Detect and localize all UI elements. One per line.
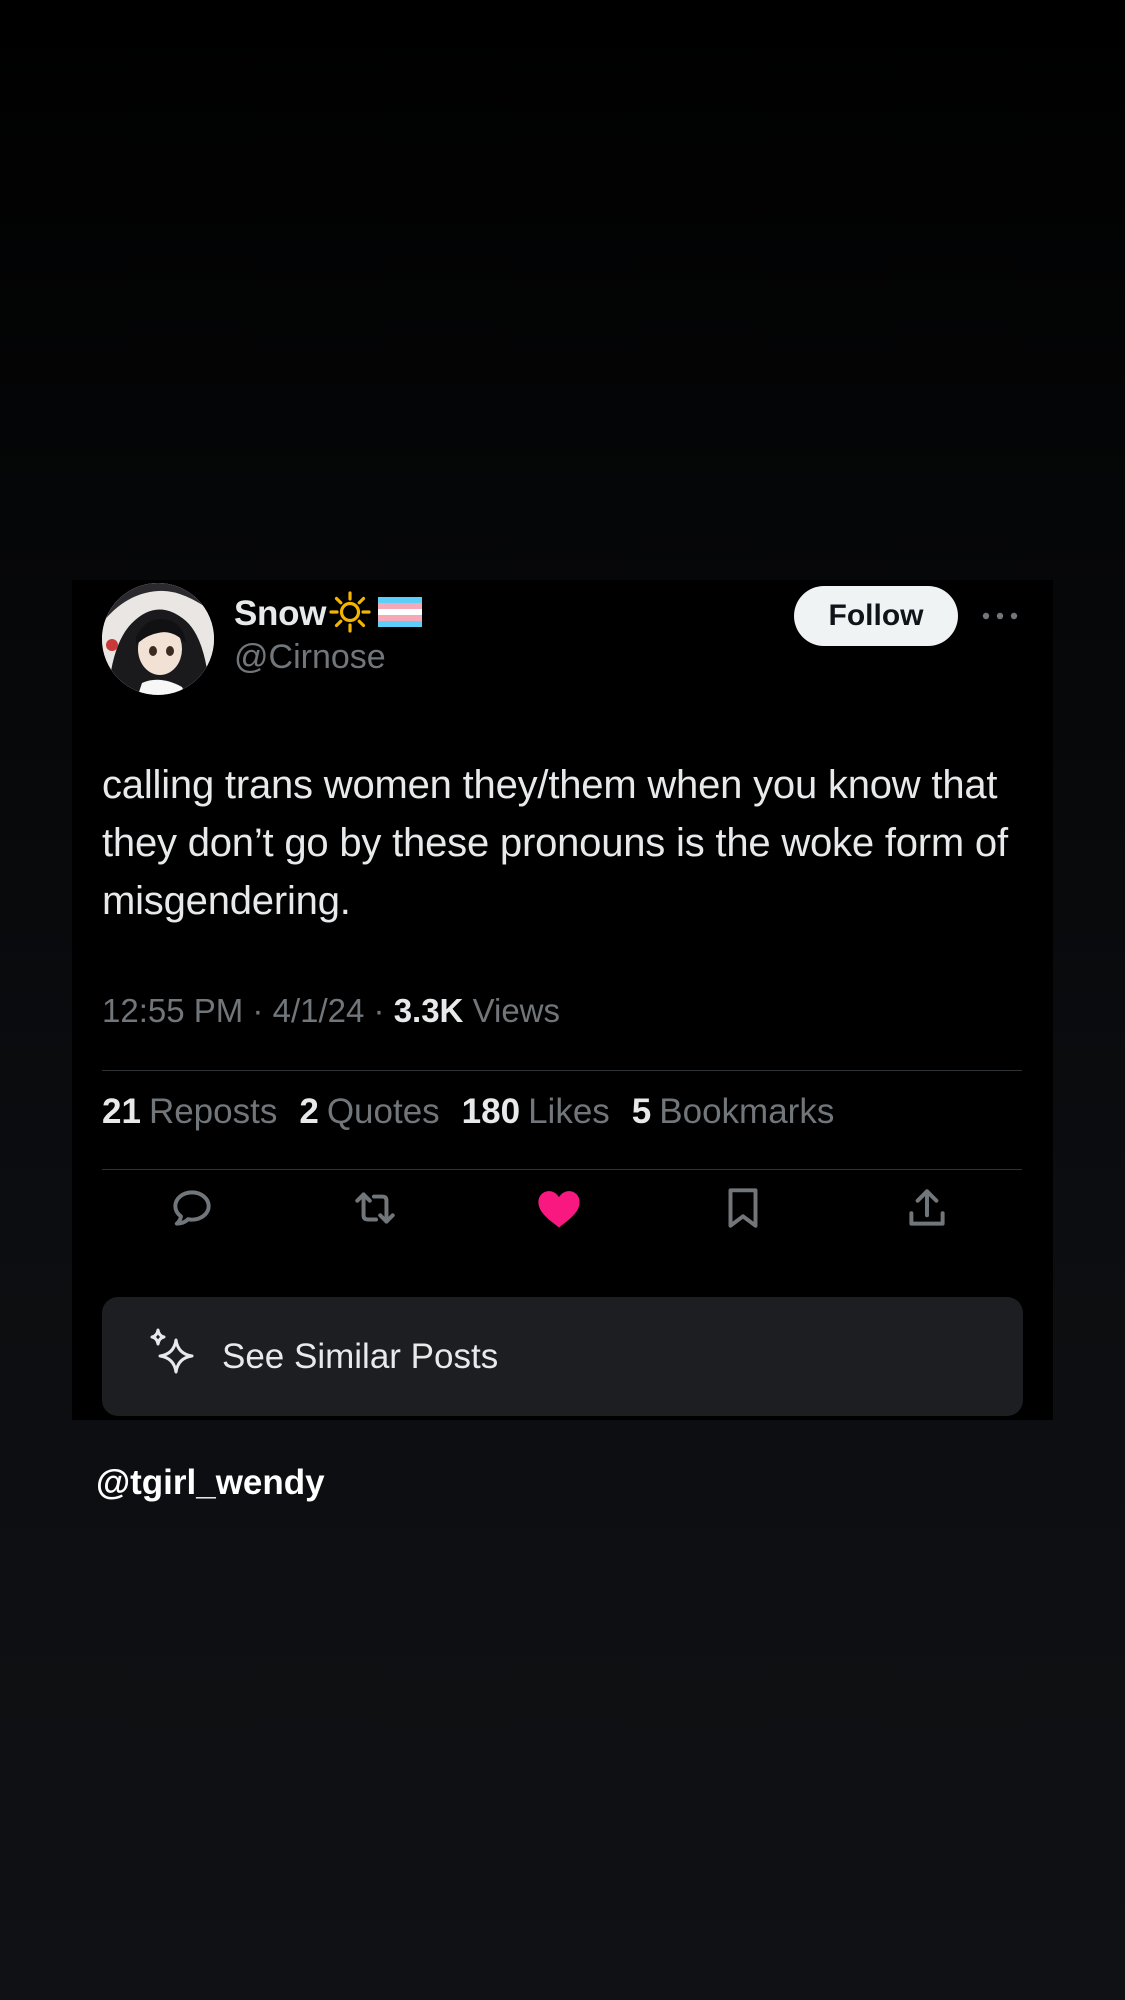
divider bbox=[102, 1169, 1022, 1170]
follow-button[interactable]: Follow bbox=[794, 586, 958, 646]
bookmarks-count: 5 bbox=[631, 1092, 652, 1131]
watermark-handle: @tgirl_wendy bbox=[96, 1463, 325, 1502]
transgender-flag-icon bbox=[378, 596, 423, 632]
share-icon[interactable] bbox=[899, 1180, 955, 1236]
likes-stat[interactable]: 180 Likes bbox=[462, 1092, 610, 1132]
tweet-text: calling trans women they/them when you k… bbox=[102, 763, 1008, 923]
tweet-card: Snow @Cirnose Follow calling trans women… bbox=[72, 580, 1053, 1420]
quotes-label: Quotes bbox=[326, 1092, 440, 1131]
meta-separator: · bbox=[252, 992, 273, 1029]
author-handle[interactable]: @Cirnose bbox=[234, 638, 386, 677]
tweet-time[interactable]: 12:55 PM bbox=[102, 992, 243, 1029]
engagement-stats: 21 Reposts 2 Quotes 180 Likes 5 Bookmarks bbox=[102, 1092, 834, 1132]
quotes-stat[interactable]: 2 Quotes bbox=[299, 1092, 439, 1132]
likes-label: Likes bbox=[528, 1092, 610, 1131]
author-name-row: Snow bbox=[234, 590, 423, 639]
action-bar bbox=[72, 1174, 1053, 1244]
likes-count: 180 bbox=[461, 1092, 521, 1131]
display-name[interactable]: Snow bbox=[234, 594, 326, 634]
reply-icon[interactable] bbox=[164, 1180, 220, 1236]
views-label: Views bbox=[472, 992, 561, 1029]
repost-icon[interactable] bbox=[347, 1180, 403, 1236]
quotes-count: 2 bbox=[299, 1092, 319, 1131]
tweet-date[interactable]: 4/1/24 bbox=[273, 992, 365, 1029]
reposts-count: 21 bbox=[102, 1092, 141, 1131]
bookmarks-label: Bookmarks bbox=[659, 1092, 835, 1131]
sun-emoji-icon bbox=[328, 590, 372, 639]
bookmark-icon[interactable] bbox=[715, 1180, 771, 1236]
see-similar-posts-label: See Similar Posts bbox=[222, 1336, 499, 1376]
more-options-icon[interactable] bbox=[980, 598, 1020, 634]
views-count: 3.3K bbox=[393, 992, 464, 1029]
see-similar-posts-button[interactable]: See Similar Posts bbox=[102, 1297, 1023, 1416]
divider bbox=[102, 1070, 1022, 1071]
tweet-meta: 12:55 PM · 4/1/24 · 3.3K Views bbox=[102, 992, 560, 1030]
like-icon[interactable] bbox=[531, 1180, 587, 1236]
bookmarks-stat[interactable]: 5 Bookmarks bbox=[632, 1092, 835, 1132]
sparkle-icon bbox=[146, 1326, 202, 1387]
avatar[interactable] bbox=[102, 583, 214, 695]
meta-separator: · bbox=[373, 992, 394, 1029]
reposts-label: Reposts bbox=[148, 1092, 278, 1131]
reposts-stat[interactable]: 21 Reposts bbox=[102, 1092, 277, 1132]
